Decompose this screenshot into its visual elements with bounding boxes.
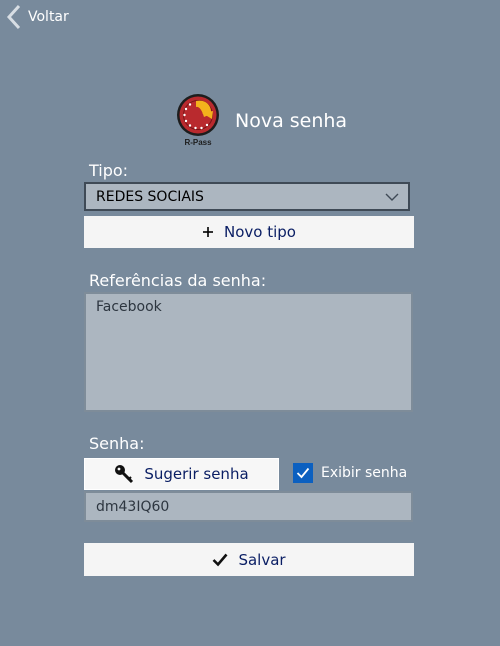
chevron-left-icon bbox=[6, 4, 21, 30]
checkmark-icon bbox=[296, 467, 310, 479]
show-password-label: Exibir senha bbox=[321, 465, 408, 481]
suggest-password-label: Sugerir senha bbox=[144, 465, 249, 483]
suggest-password-button[interactable]: Sugerir senha bbox=[84, 458, 279, 490]
back-label: Voltar bbox=[28, 9, 69, 25]
referencias-textarea[interactable]: Facebook bbox=[84, 292, 413, 412]
password-value: dm43IQ60 bbox=[96, 498, 170, 515]
chevron-down-icon bbox=[385, 193, 399, 201]
back-button[interactable]: Voltar bbox=[6, 4, 69, 30]
senha-label: Senha: bbox=[89, 434, 145, 453]
key-icon bbox=[115, 465, 134, 484]
new-type-label: Novo tipo bbox=[224, 223, 296, 241]
save-button[interactable]: Salvar bbox=[84, 543, 414, 576]
tipo-selected-value: REDES SOCIAIS bbox=[96, 188, 204, 205]
tipo-label: Tipo: bbox=[89, 161, 129, 180]
referencias-label: Referências da senha: bbox=[89, 271, 267, 290]
plus-icon bbox=[203, 227, 214, 237]
show-password-checkbox[interactable] bbox=[293, 463, 313, 483]
rpass-logo: R-Pass bbox=[176, 94, 220, 148]
tipo-select[interactable]: REDES SOCIAIS bbox=[84, 182, 410, 211]
save-label: Salvar bbox=[238, 550, 286, 569]
page-title: Nova senha bbox=[235, 110, 348, 132]
logo-text: R-Pass bbox=[184, 138, 212, 147]
checkmark-icon bbox=[213, 553, 228, 566]
password-input[interactable]: dm43IQ60 bbox=[84, 491, 413, 522]
show-password-toggle[interactable]: Exibir senha bbox=[293, 462, 407, 484]
new-type-button[interactable]: Novo tipo bbox=[84, 216, 414, 248]
